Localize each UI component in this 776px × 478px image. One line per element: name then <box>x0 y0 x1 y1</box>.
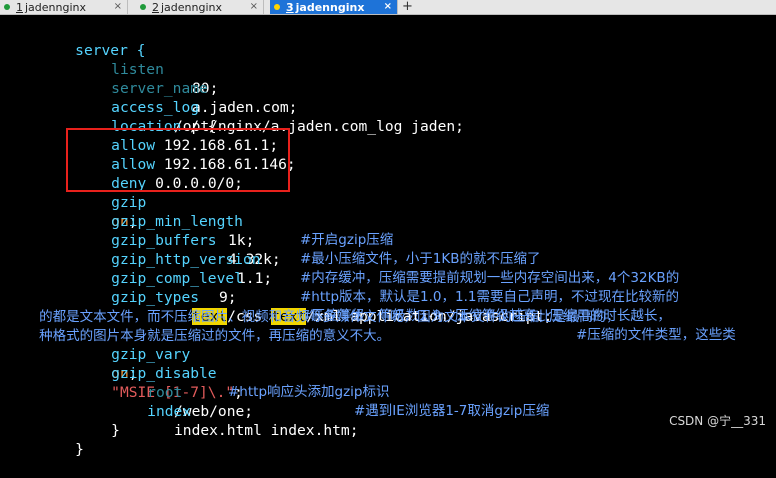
code-line-buffers: gzip_buffers 4 32k; #内存缓冲，压缩需要提前规划一些内存空间… <box>76 212 679 286</box>
tab-label: jadennginx <box>295 0 365 14</box>
brace: } <box>75 441 84 458</box>
comment: #最小压缩文件，小于1KB的就不压缩了 <box>300 251 541 267</box>
tab-number: 3 <box>286 0 294 14</box>
code-line-root: root /web/one; <box>112 364 253 420</box>
session-status-icon <box>140 4 146 10</box>
code-line-disable: gzip_disable "MSIE [1-7]\."; #遇到IE浏览器1-7… <box>76 345 549 419</box>
session-status-icon <box>274 4 280 10</box>
value: index.html index.htm; <box>174 422 359 439</box>
code-line-listen: listen 80; <box>76 41 218 97</box>
code-line-index: index index.html index.htm; <box>112 383 358 439</box>
comment: #压缩的文件类型，这些类 <box>576 327 736 343</box>
code-line-types-wrap-1: 的都是文本文件，而不压缩图片、视频和音频等多媒体文件呢，因为文本文件的压缩比是最… <box>4 288 620 325</box>
tab-label: jadennginx <box>161 0 223 14</box>
tab-session-3[interactable]: 3 jadennginx × <box>270 0 398 14</box>
code-line-types-wrap-2: 种格式的图片本身就是压缩过的文件，再压缩的意义不大。 <box>4 307 390 344</box>
annotation-highlight-box <box>66 128 290 192</box>
code-line-server: server { <box>40 22 145 59</box>
code-line-access-log: access_log /opt/nginx/a.jaden.com_log ja… <box>76 79 464 135</box>
session-status-icon <box>4 4 10 10</box>
tab-session-2[interactable]: 2 jadennginx × <box>136 0 264 14</box>
new-tab-button[interactable]: + <box>402 0 413 14</box>
directive: index <box>147 403 192 420</box>
code-line-http-version: gzip_http_version 1.1; #http版本，默认是1.0，1.… <box>76 231 679 305</box>
terminator: ; <box>234 384 243 401</box>
code-line-vary: gzip_vary on; #http响应头添加gzip标识 <box>76 326 389 400</box>
comment: #内存缓冲，压缩需要提前规划一些内存空间出来，4个32KB的 <box>300 270 680 286</box>
code-line-server-name: server_name a.jaden.com; <box>76 60 297 116</box>
brace: } <box>111 422 120 439</box>
tab-number: 2 <box>152 0 159 14</box>
code-line-comp-level: gzip_comp_level 9; #压缩等级，等级数1-9，压缩等级越高，压… <box>76 250 671 324</box>
close-icon[interactable]: × <box>250 0 258 14</box>
code-line-location: location / { <box>76 98 216 135</box>
code-line-server-close: } <box>40 421 84 458</box>
comment: #遇到IE浏览器1-7取消gzip压缩 <box>354 403 550 419</box>
comment: #开启gzip压缩 <box>300 232 394 248</box>
terminal-editor[interactable]: server { listen 80; server_name a.jaden.… <box>0 14 776 458</box>
close-icon[interactable]: × <box>114 0 122 14</box>
watermark: CSDN @宁__331 <box>669 414 766 428</box>
comment: #http响应头添加gzip标识 <box>228 384 390 400</box>
code-line-min-length: gzip_min_length 1k; #最小压缩文件，小于1KB的就不压缩了 <box>76 193 540 267</box>
code-line-location-close: } <box>76 402 120 439</box>
close-icon[interactable]: × <box>384 0 392 14</box>
tab-bar: 1 jadennginx × 2 jadennginx × 3 jadenngi… <box>0 0 776 15</box>
tab-number: 1 <box>16 0 23 14</box>
tab-label: jadennginx <box>25 0 87 14</box>
code-line-types: gzip_types text/css text/xml application… <box>76 269 736 343</box>
tab-session-1[interactable]: 1 jadennginx × <box>0 0 128 14</box>
